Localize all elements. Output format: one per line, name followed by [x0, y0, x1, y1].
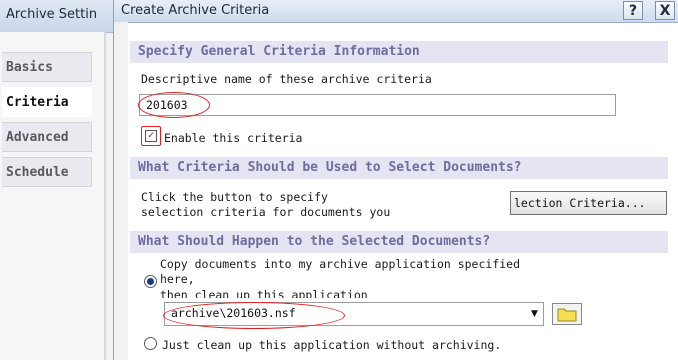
panel-divider — [104, 32, 106, 360]
background-title: Archive Settin — [6, 7, 98, 22]
criteria-name-input[interactable]: 201603 — [139, 94, 616, 116]
section-action-title: What Should Happen to the Selected Docum… — [138, 234, 491, 249]
close-button[interactable]: X — [655, 1, 675, 20]
highlight-oval — [138, 92, 210, 118]
tab-basics[interactable]: Basics — [2, 52, 92, 82]
background-titlebar: Archive Settin — [0, 0, 120, 33]
criteria-name-label: Descriptive name of these archive criter… — [141, 72, 432, 86]
cleanup-only-label: Just clean up this application without a… — [162, 338, 502, 352]
section-selection-title: What Criteria Should be Used to Select D… — [138, 160, 522, 175]
dialog-title: Create Archive Criteria — [121, 3, 270, 18]
selection-criteria-button[interactable]: lection Criteria... — [510, 191, 667, 215]
help-button[interactable]: ? — [623, 1, 643, 20]
create-archive-criteria-dialog: Create Archive Criteria ? X Specify Gene… — [113, 0, 678, 360]
section-general-title: Specify General Criteria Information — [138, 44, 420, 59]
cleanup-only-radio[interactable] — [144, 337, 157, 350]
highlight-box — [141, 126, 161, 146]
tab-criteria[interactable]: Criteria — [2, 87, 92, 117]
section-general-header: Specify General Criteria Information — [130, 41, 668, 63]
section-action-header: What Should Happen to the Selected Docum… — [130, 231, 668, 253]
selection-desc-line1: Click the button to specify — [141, 190, 328, 204]
copy-archive-radio[interactable] — [144, 275, 157, 288]
dialog-titlebar: Create Archive Criteria ? X — [114, 0, 678, 23]
copy-option-text-area: Copy documents into my archive applicati… — [160, 256, 630, 298]
enable-label: Enable this criteria — [164, 131, 303, 145]
dropdown-arrow-icon[interactable]: ▼ — [531, 309, 538, 319]
selection-desc-line2: selection criteria for documents you — [141, 205, 391, 219]
tab-schedule[interactable]: Schedule — [2, 157, 92, 187]
path-highlight-oval — [163, 302, 345, 329]
copy-option-line3: then clean up this application — [160, 288, 368, 298]
dialog-left-gutter — [114, 22, 128, 360]
tab-advanced[interactable]: Advanced — [2, 122, 92, 152]
copy-option-line2: here, — [160, 272, 195, 286]
copy-option-line1: Copy documents into my archive applicati… — [160, 257, 521, 271]
folder-icon[interactable] — [552, 303, 582, 325]
section-selection-header: What Criteria Should be Used to Select D… — [130, 157, 668, 179]
